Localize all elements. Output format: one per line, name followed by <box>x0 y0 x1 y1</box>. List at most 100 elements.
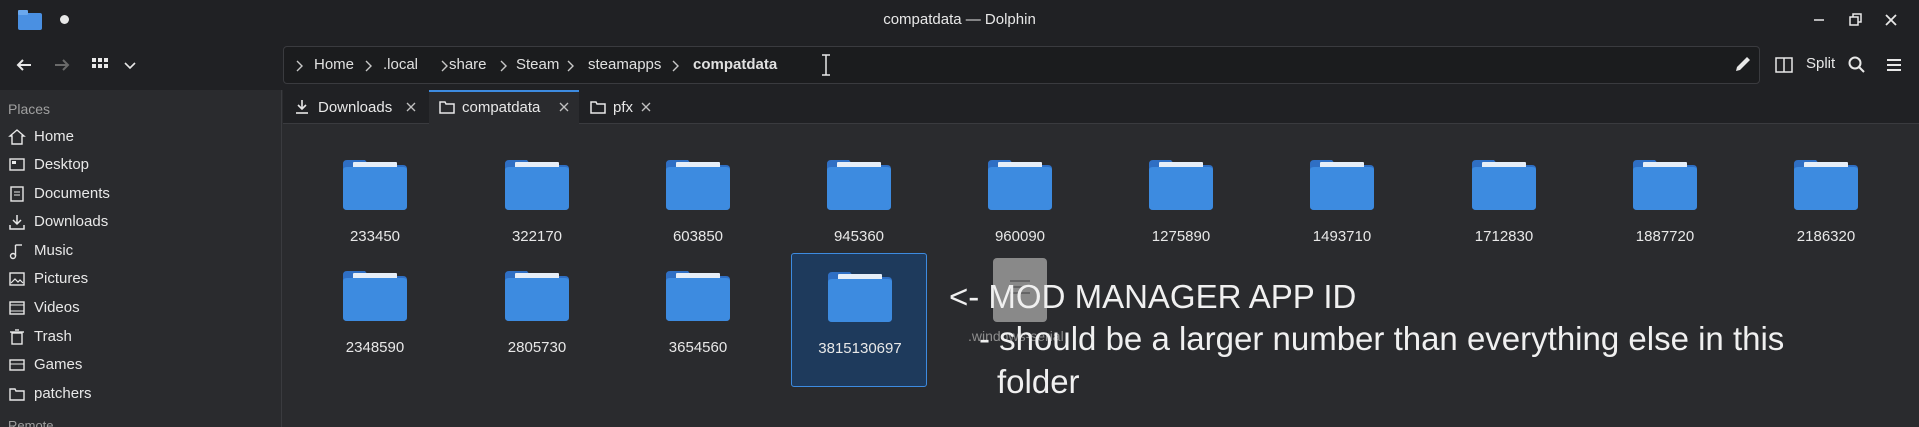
sidebar-item-downloads[interactable]: Downloads <box>0 208 282 236</box>
sidebar-item-label: Games <box>34 356 83 373</box>
close-icon[interactable] <box>640 101 652 113</box>
folder-label: 322170 <box>511 228 563 245</box>
folder-icon <box>666 160 730 210</box>
tab-pfx[interactable]: pfx <box>580 90 660 124</box>
folder-icon <box>590 101 606 114</box>
breadcrumb-steam[interactable]: Steam <box>516 56 559 73</box>
folder-item[interactable]: 1887720 <box>1597 136 1733 270</box>
sidebar-item-pictures[interactable]: Pictures <box>0 265 282 293</box>
folder-label: 3654560 <box>668 339 728 356</box>
folder-item[interactable]: 3654560 <box>630 247 766 381</box>
minimize-icon <box>1814 19 1824 21</box>
tab-label: Downloads <box>318 99 393 116</box>
sidebar-item-games[interactable]: Games <box>0 351 282 379</box>
places-sidebar: Places Home Desktop Documents Downloads … <box>0 90 282 427</box>
maximize-button[interactable] <box>1845 10 1865 30</box>
games-icon <box>9 359 25 371</box>
desktop-icon <box>9 158 25 171</box>
close-icon[interactable] <box>405 101 417 113</box>
grid-icon <box>92 58 108 68</box>
folder-item-selected[interactable]: 3815130697 <box>791 253 927 387</box>
sidebar-item-videos[interactable]: Videos <box>0 294 282 322</box>
close-icon[interactable] <box>558 101 570 113</box>
back-button[interactable] <box>13 53 37 77</box>
folder-item[interactable]: 2186320 <box>1758 136 1894 270</box>
folder-label: 2186320 <box>1796 228 1856 245</box>
download-icon <box>296 100 308 114</box>
sidebar-item-desktop[interactable]: Desktop <box>0 151 282 179</box>
title-bar: compatdata — Dolphin <box>0 0 1919 40</box>
minimize-button[interactable] <box>1809 10 1829 30</box>
close-icon <box>1885 14 1897 26</box>
restore-icon <box>1849 13 1862 26</box>
chevron-right-icon <box>296 60 303 72</box>
sidebar-item-documents[interactable]: Documents <box>0 180 282 208</box>
downloads-icon <box>9 215 25 230</box>
sidebar-item-home[interactable]: Home <box>0 123 282 151</box>
sidebar-item-trash[interactable]: Trash <box>0 323 282 351</box>
file-view[interactable]: 233450 322170 603850 945360 960090 12758… <box>283 124 1919 427</box>
sidebar-item-label: Pictures <box>34 270 89 287</box>
view-mode-button[interactable] <box>88 53 112 77</box>
close-window-button[interactable] <box>1881 10 1901 30</box>
folder-item[interactable]: 960090 <box>952 136 1088 270</box>
tab-bar: Downloads compatdata pfx <box>283 90 1919 124</box>
tab-downloads[interactable]: Downloads <box>283 90 428 124</box>
tab-compatdata[interactable]: compatdata <box>429 90 579 124</box>
sidebar-item-label: Home <box>34 128 75 145</box>
folder-item[interactable]: 1712830 <box>1436 136 1572 270</box>
arrow-left-icon <box>16 59 31 71</box>
folder-label: 2805730 <box>507 339 567 356</box>
sidebar-item-patchers[interactable]: patchers <box>0 380 282 408</box>
home-icon <box>8 129 26 145</box>
folder-item[interactable]: 945360 <box>791 136 927 270</box>
split-label: Split <box>1806 55 1836 72</box>
arrow-right-icon <box>55 59 70 71</box>
folder-icon <box>988 160 1052 210</box>
sidebar-item-label: patchers <box>34 385 92 402</box>
breadcrumb-share[interactable]: share <box>449 56 487 73</box>
sidebar-item-label: Videos <box>34 299 80 316</box>
split-view-icon <box>1775 57 1793 73</box>
chevron-right-icon <box>672 60 679 72</box>
annotation-line-2: - should be a larger number than everyth… <box>979 320 1785 357</box>
search-button[interactable] <box>1845 53 1869 77</box>
breadcrumb[interactable]: Home .local share Steam steamapps compat… <box>283 46 1760 84</box>
sidebar-item-label: Documents <box>34 185 110 202</box>
folder-icon <box>828 272 892 322</box>
folder-icon <box>1310 160 1374 210</box>
menu-button[interactable] <box>1882 53 1906 77</box>
breadcrumb-compatdata[interactable]: compatdata <box>693 56 777 73</box>
folder-item[interactable]: 1493710 <box>1274 136 1410 270</box>
sidebar-item-label: Music <box>34 242 74 259</box>
folder-item[interactable]: 1275890 <box>1113 136 1249 270</box>
folder-label: 3815130697 <box>818 340 902 357</box>
toolbar: Home .local share Steam steamapps compat… <box>0 40 1919 90</box>
forward-button[interactable] <box>50 53 74 77</box>
folder-label: 603850 <box>672 228 724 245</box>
folder-item[interactable]: 2348590 <box>307 247 443 381</box>
folder-label: 1712830 <box>1474 228 1534 245</box>
edit-location-icon[interactable] <box>1732 53 1754 75</box>
breadcrumb-local[interactable]: .local <box>383 56 418 73</box>
tab-label: compatdata <box>462 99 541 116</box>
folder-icon <box>343 271 407 321</box>
remote-header: Remote <box>8 418 54 427</box>
chevron-down-icon <box>124 62 136 70</box>
breadcrumb-steamapps[interactable]: steamapps <box>588 56 661 73</box>
breadcrumb-home[interactable]: Home <box>314 56 354 73</box>
folder-label: 945360 <box>833 228 885 245</box>
sidebar-item-label: Desktop <box>34 156 90 173</box>
annotation-line-1: <- MOD MANAGER APP ID <box>949 278 1357 315</box>
folder-icon <box>1794 160 1858 210</box>
sidebar-item-music[interactable]: Music <box>0 237 282 265</box>
view-mode-dropdown[interactable] <box>118 53 142 77</box>
search-icon <box>1848 56 1865 73</box>
split-button[interactable]: Split <box>1772 50 1850 80</box>
documents-icon <box>10 186 24 202</box>
trash-icon <box>10 329 24 345</box>
places-header: Places <box>8 101 51 117</box>
folder-icon <box>827 160 891 210</box>
folder-item[interactable]: 2805730 <box>469 247 605 381</box>
folder-icon <box>9 388 25 401</box>
